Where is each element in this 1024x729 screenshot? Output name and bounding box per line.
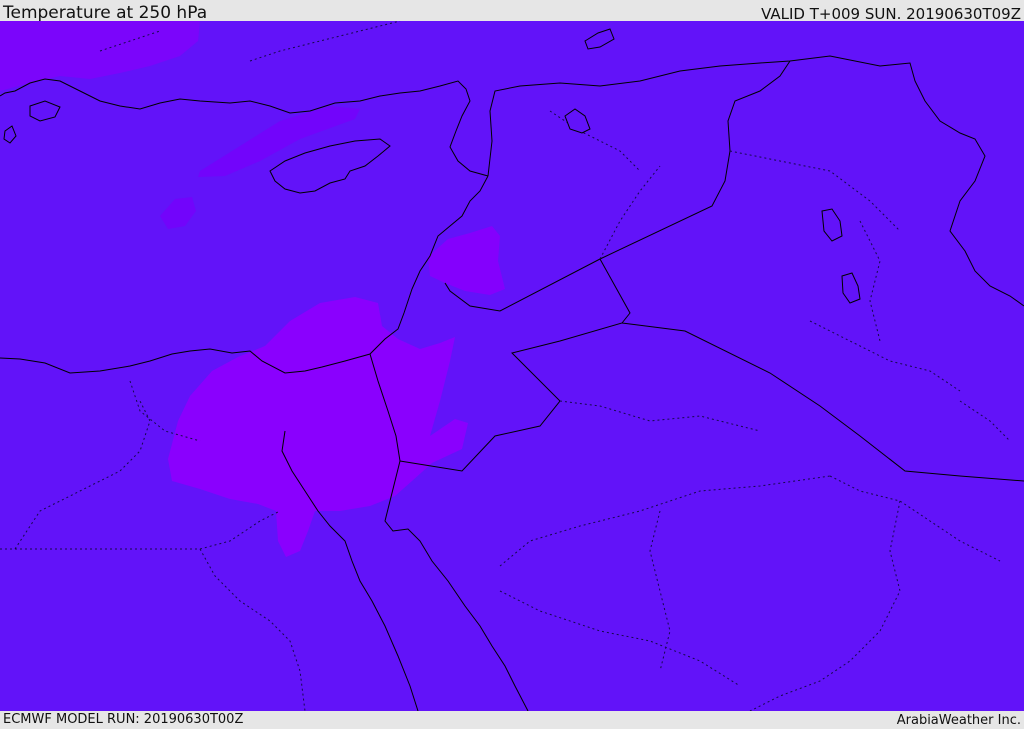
map-canvas bbox=[0, 21, 1024, 711]
weather-map-frame: Temperature at 250 hPa VALID T+009 SUN. … bbox=[0, 0, 1024, 729]
temperature-field bbox=[0, 21, 1024, 711]
map-title: Temperature at 250 hPa bbox=[3, 3, 208, 23]
map-panel[interactable] bbox=[0, 21, 1024, 711]
model-run-label: ECMWF MODEL RUN: 20190630T00Z bbox=[3, 712, 244, 727]
credit-label: ArabiaWeather Inc. bbox=[896, 713, 1021, 728]
